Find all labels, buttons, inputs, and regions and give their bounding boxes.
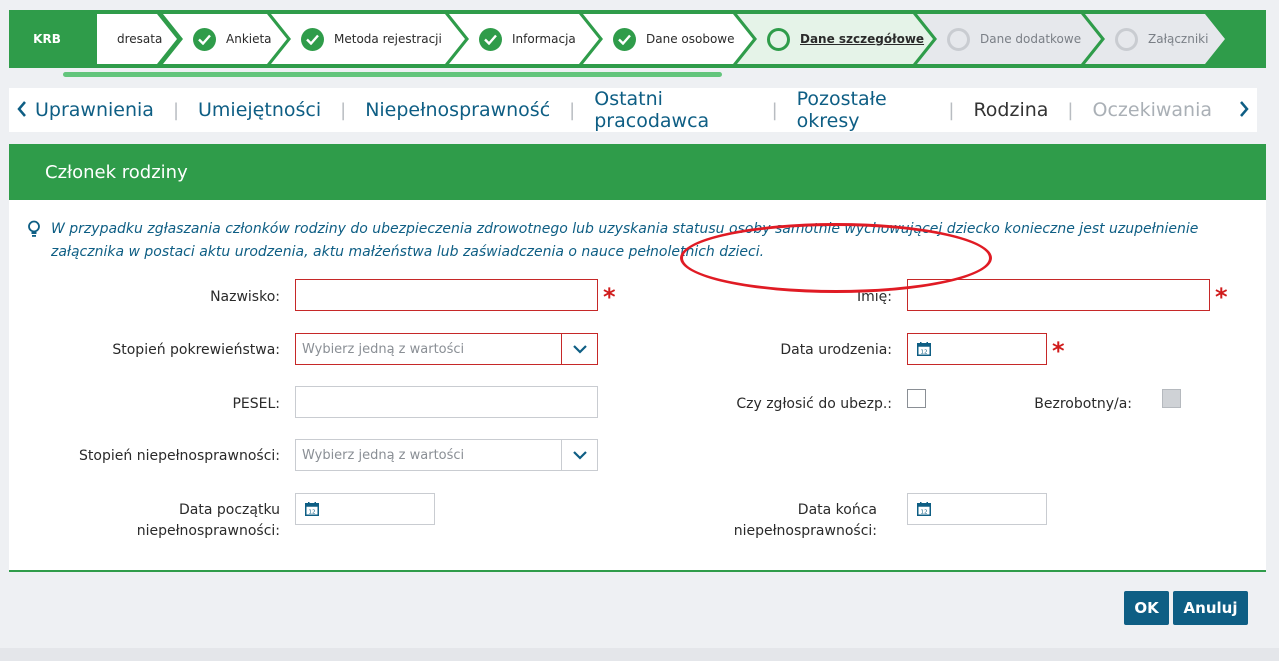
- tab-uprawnienia[interactable]: Uprawnienia: [35, 99, 173, 121]
- tab-umiejetnosci[interactable]: Umiejętności: [179, 99, 340, 121]
- calendar-icon[interactable]: 12: [305, 502, 319, 520]
- check-icon: [301, 27, 324, 51]
- data-urodzenia-input[interactable]: 12: [907, 333, 1047, 365]
- required-marker: *: [603, 283, 616, 311]
- pesel-label: PESEL:: [232, 396, 280, 412]
- step-label: Informacja: [512, 32, 576, 46]
- step-informacja[interactable]: Informacja: [449, 14, 599, 64]
- stopien-pokrewienstwa-label: Stopień pokrewieństwa:: [112, 342, 280, 358]
- tab-pozostale-okresy[interactable]: Pozostałe okresy: [778, 88, 949, 132]
- imie-input[interactable]: [907, 279, 1210, 311]
- calendar-icon[interactable]: 12: [917, 342, 931, 360]
- cancel-button[interactable]: Anuluj: [1173, 591, 1248, 625]
- step-label: Ankieta: [226, 32, 272, 46]
- step-dane-osobowe[interactable]: Dane osobowe: [583, 14, 753, 64]
- info-text: W przypadku zgłaszania członków rodziny …: [51, 221, 1199, 260]
- nazwisko-label: Nazwisko:: [210, 289, 280, 305]
- svg-text:12: 12: [309, 510, 316, 516]
- section-tabs: Uprawnienia | Umiejętności | Niepełnospr…: [9, 88, 1257, 132]
- step-label: Metoda rejestracji: [334, 32, 442, 46]
- chevron-down-icon[interactable]: [561, 440, 597, 470]
- step-dane-dodatkowe[interactable]: Dane dodatkowe: [917, 14, 1101, 64]
- ok-button[interactable]: OK: [1124, 591, 1169, 625]
- info-message: W przypadku zgłaszania członków rodziny …: [28, 218, 1251, 264]
- bezrobotny-label: Bezrobotny/a:: [1034, 396, 1132, 412]
- select-placeholder: Wybierz jedną z wartości: [302, 341, 465, 357]
- step-label: Dane szczegółowe: [800, 32, 925, 46]
- required-marker: *: [1052, 337, 1065, 365]
- current-step-circle-icon: [767, 27, 790, 51]
- svg-text:12: 12: [921, 350, 928, 356]
- stopien-niepelnosprawnosci-label: Stopień niepełnosprawności:: [79, 448, 280, 464]
- step-ankieta[interactable]: Ankieta: [163, 14, 287, 64]
- tab-niepelnosprawnosc[interactable]: Niepełnosprawność: [346, 99, 569, 121]
- step-label: Dane osobowe: [646, 32, 735, 46]
- check-icon: [479, 27, 502, 51]
- chevron-right-icon[interactable]: [1231, 98, 1257, 123]
- data-poczatku-input[interactable]: 12: [295, 493, 435, 525]
- required-marker: *: [1215, 283, 1228, 311]
- step-metoda-rejestracji[interactable]: Metoda rejestracji: [271, 14, 465, 64]
- select-placeholder: Wybierz jedną z wartości: [302, 447, 465, 463]
- bezrobotny-checkbox: [1162, 389, 1181, 408]
- stopien-pokrewienstwa-select[interactable]: Wybierz jedną z wartości: [295, 333, 598, 365]
- step-label: Dane dodatkowe: [980, 32, 1082, 46]
- data-konca-label-line2: niepełnosprawności:: [733, 523, 877, 539]
- pending-step-circle-icon: [1115, 27, 1138, 51]
- data-urodzenia-label: Data urodzenia:: [780, 342, 892, 358]
- step-dane-szczegolowe[interactable]: Dane szczegółowe: [737, 14, 933, 64]
- stopien-niepelnosprawnosci-select[interactable]: Wybierz jedną z wartości: [295, 439, 598, 471]
- panel-title: Członek rodziny: [9, 144, 1266, 200]
- calendar-icon[interactable]: 12: [917, 502, 931, 520]
- chevron-down-icon[interactable]: [561, 334, 597, 364]
- lightbulb-icon: [27, 220, 41, 246]
- data-poczatku-label-line2: niepełnosprawności:: [136, 523, 280, 539]
- data-poczatku-label: Data początku niepełnosprawności:: [100, 500, 280, 542]
- pending-step-circle-icon: [947, 27, 970, 51]
- svg-text:12: 12: [921, 510, 928, 516]
- tab-ostatni-pracodawca[interactable]: Ostatni pracodawca: [575, 88, 771, 132]
- data-konca-label: Data końca niepełnosprawności:: [700, 500, 877, 542]
- step-bar: KRB dresata Ankieta Metoda rejestracji I…: [9, 10, 1266, 68]
- pesel-input[interactable]: [295, 386, 598, 418]
- brand-logo: KRB: [33, 32, 61, 46]
- tab-oczekiwania: Oczekiwania: [1092, 99, 1213, 121]
- data-poczatku-label-line1: Data początku: [179, 502, 280, 518]
- highlight-annotation-oval: [680, 223, 992, 293]
- step-label: dresata: [117, 32, 163, 46]
- czy-zglosic-checkbox[interactable]: [907, 389, 926, 408]
- step-label: Załączniki: [1148, 32, 1209, 46]
- check-icon: [193, 27, 216, 51]
- bottom-strip: [0, 648, 1279, 661]
- step-zalaczniki[interactable]: Załączniki: [1085, 14, 1225, 64]
- data-konca-label-line1: Data końca: [797, 502, 877, 518]
- data-konca-input[interactable]: 12: [907, 493, 1047, 525]
- chevron-left-icon[interactable]: [9, 98, 35, 123]
- check-icon: [613, 27, 636, 51]
- tab-rodzina[interactable]: Rodzina: [954, 99, 1067, 121]
- czy-zglosic-label: Czy zgłosić do ubezp.:: [736, 396, 892, 412]
- nazwisko-input[interactable]: [295, 279, 598, 311]
- step-progress-bar: [63, 72, 722, 77]
